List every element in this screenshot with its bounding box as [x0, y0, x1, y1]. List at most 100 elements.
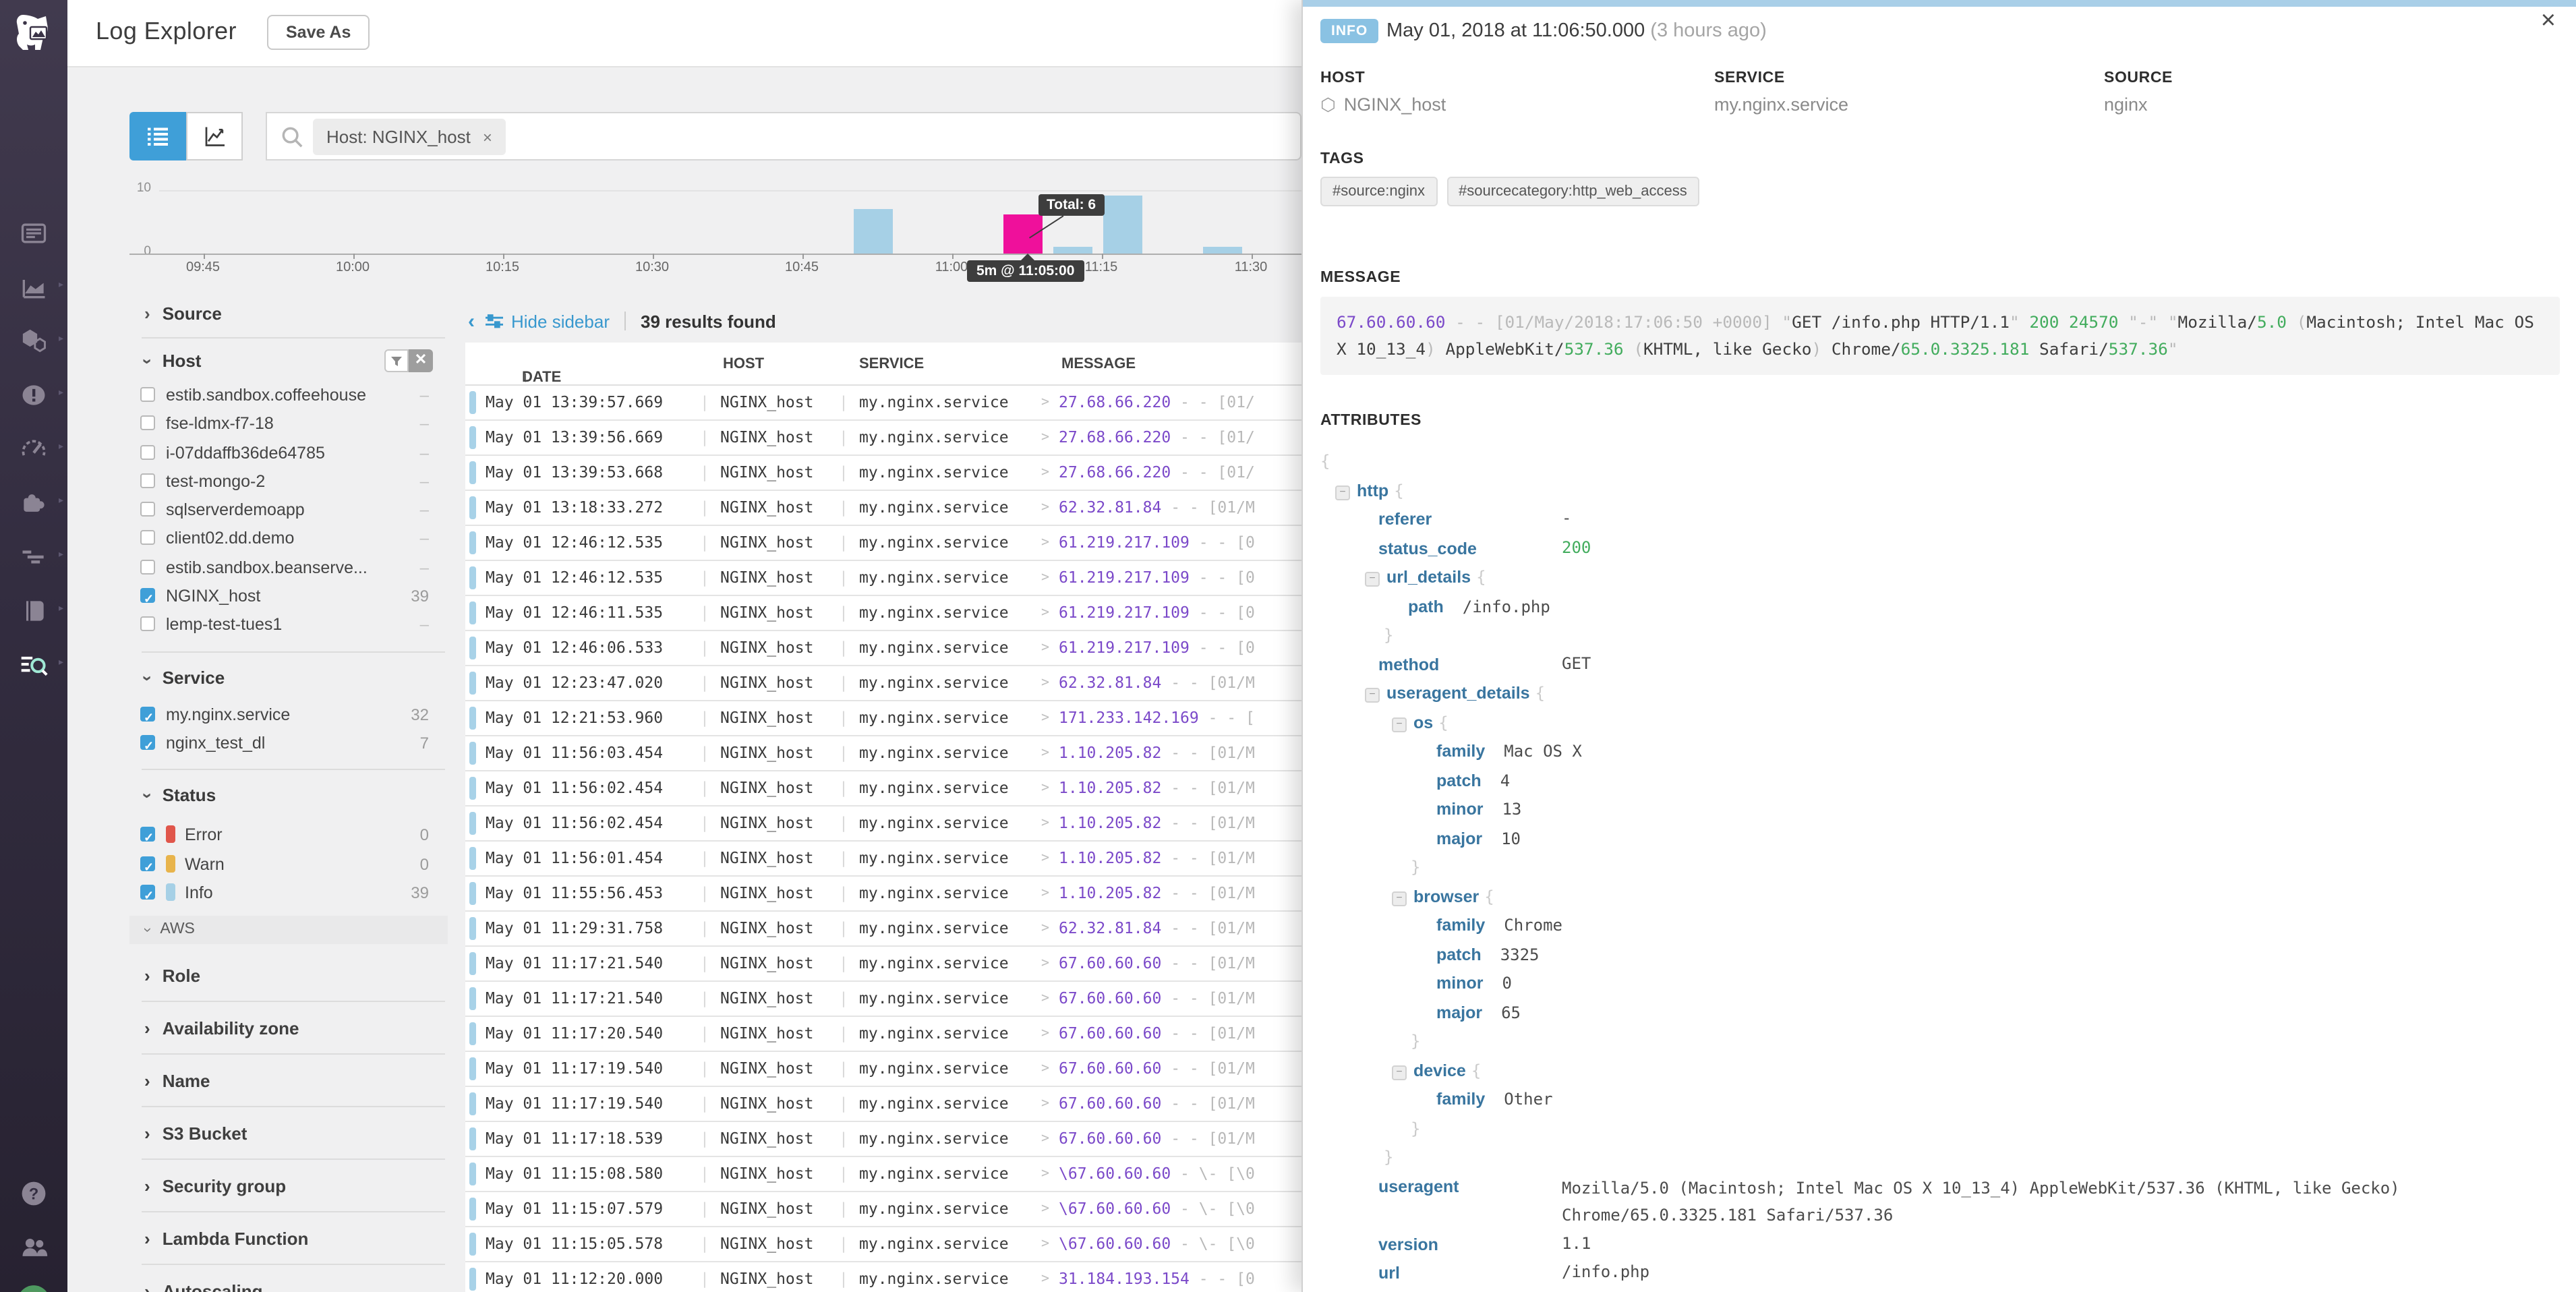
- nav-dashboards-icon[interactable]: [0, 217, 67, 249]
- attribute-line[interactable]: useragent Mozilla/5.0 (Macintosh; Intel M…: [1320, 1171, 2561, 1229]
- attribute-line[interactable]: − device {: [1320, 1055, 2561, 1084]
- collapse-sidebar-icon[interactable]: ‹: [468, 310, 475, 332]
- attribute-line[interactable]: minor 0: [1320, 968, 2561, 997]
- facet-item-host[interactable]: test-mongo-2 –: [129, 468, 448, 497]
- checkbox[interactable]: [140, 473, 155, 488]
- table-row[interactable]: May 01 12:46:12.535 | NGINX_host | my.nginx.…: [465, 561, 1301, 596]
- expand-chevron-icon[interactable]: >: [1041, 701, 1049, 735]
- attribute-line[interactable]: }: [1320, 1113, 2561, 1142]
- tag-pill[interactable]: #source:nginx: [1320, 177, 1437, 206]
- facet-group-aws[interactable]: › AWS: [129, 916, 448, 945]
- expand-chevron-icon[interactable]: >: [1041, 526, 1049, 560]
- attribute-line[interactable]: {: [1320, 446, 2561, 475]
- facet-item-service[interactable]: my.nginx.service 32: [129, 701, 448, 732]
- checkbox[interactable]: [140, 732, 155, 761]
- search-bar[interactable]: Host: NGINX_host ×: [266, 112, 1301, 160]
- facet-source[interactable]: › Source: [129, 299, 448, 329]
- facet-item-host[interactable]: client02.dd.demo –: [129, 525, 448, 554]
- attribute-line[interactable]: referer -: [1320, 504, 2561, 533]
- table-row[interactable]: May 01 11:56:03.454 | NGINX_host | my.nginx.…: [465, 736, 1301, 771]
- facet-lambda-function[interactable]: › Lambda Function: [129, 1219, 448, 1272]
- facet-security-group[interactable]: › Security group: [129, 1167, 448, 1219]
- facet-status[interactable]: › Status: [129, 782, 448, 811]
- attribute-line[interactable]: major 65: [1320, 997, 2561, 1026]
- checkbox[interactable]: [140, 502, 155, 517]
- table-row[interactable]: May 01 12:23:47.020 | NGINX_host | my.nginx.…: [465, 666, 1301, 701]
- search-filter-pill[interactable]: Host: NGINX_host ×: [313, 119, 506, 155]
- expand-chevron-icon[interactable]: >: [1041, 596, 1049, 630]
- attribute-line[interactable]: }: [1320, 1142, 2561, 1171]
- list-view-toggle[interactable]: [129, 112, 186, 160]
- expand-chevron-icon[interactable]: >: [1041, 806, 1049, 840]
- collapse-toggle-icon[interactable]: −: [1392, 891, 1407, 906]
- attribute-line[interactable]: − useragent_details {: [1320, 678, 2561, 707]
- chart-bar-11:25[interactable]: [1202, 246, 1241, 253]
- expand-chevron-icon[interactable]: >: [1041, 456, 1049, 490]
- attribute-line[interactable]: − browser{: [1320, 881, 2561, 910]
- attribute-line[interactable]: patch 3325: [1320, 939, 2561, 968]
- nav-apm-icon[interactable]: [0, 433, 67, 465]
- table-row[interactable]: May 01 11:56:02.454 | NGINX_host | my.nginx.…: [465, 771, 1301, 806]
- expand-chevron-icon[interactable]: >: [1041, 631, 1049, 665]
- attribute-line[interactable]: method GET: [1320, 649, 2561, 678]
- expand-chevron-icon[interactable]: >: [1041, 561, 1049, 595]
- table-row[interactable]: May 01 11:17:18.539 | NGINX_host | my.nginx.…: [465, 1122, 1301, 1157]
- table-row[interactable]: May 01 11:17:21.540 | NGINX_host | my.nginx.…: [465, 982, 1301, 1017]
- expand-chevron-icon[interactable]: >: [1041, 1087, 1049, 1121]
- sidebar-toggle-icon[interactable]: [484, 312, 504, 330]
- nav-notebooks-icon[interactable]: [0, 541, 67, 573]
- checkbox[interactable]: [140, 415, 155, 431]
- close-icon[interactable]: ×: [2541, 7, 2556, 36]
- facet-item-host[interactable]: sqlserverdemoapp –: [129, 496, 448, 525]
- expand-chevron-icon[interactable]: >: [1041, 982, 1049, 1016]
- table-row[interactable]: May 01 11:17:21.540 | NGINX_host | my.nginx.…: [465, 947, 1301, 982]
- expand-chevron-icon[interactable]: >: [1041, 877, 1049, 910]
- expand-chevron-icon[interactable]: >: [1041, 1192, 1049, 1226]
- expand-chevron-icon[interactable]: >: [1041, 421, 1049, 454]
- attribute-line[interactable]: url/info.php: [1320, 1258, 2561, 1287]
- table-row[interactable]: May 01 12:46:12.535 | NGINX_host | my.nginx.…: [465, 526, 1301, 561]
- expand-chevron-icon[interactable]: >: [1041, 1227, 1049, 1261]
- graph-view-toggle[interactable]: [186, 112, 243, 160]
- collapse-toggle-icon[interactable]: −: [1365, 572, 1380, 587]
- facet-item-status[interactable]: Warn 0: [129, 850, 448, 882]
- expand-chevron-icon[interactable]: >: [1041, 1157, 1049, 1191]
- host-clear-button[interactable]: ✕: [409, 349, 433, 372]
- expand-chevron-icon[interactable]: >: [1041, 842, 1049, 875]
- checkbox[interactable]: [140, 387, 155, 402]
- expand-chevron-icon[interactable]: >: [1041, 386, 1049, 419]
- collapse-toggle-icon[interactable]: −: [1392, 717, 1407, 732]
- expand-chevron-icon[interactable]: >: [1041, 912, 1049, 945]
- nav-infrastructure-icon[interactable]: [0, 325, 67, 357]
- expand-chevron-icon[interactable]: >: [1041, 1052, 1049, 1086]
- tag-pill[interactable]: #sourcecategory:http_web_access: [1446, 177, 1699, 206]
- column-service[interactable]: SERVICE: [859, 356, 924, 372]
- checkbox[interactable]: [140, 882, 155, 910]
- table-row[interactable]: May 01 11:15:07.579 | NGINX_host | my.nginx.…: [465, 1192, 1301, 1227]
- table-row[interactable]: May 01 11:15:08.580 | NGINX_host | my.nginx.…: [465, 1157, 1301, 1192]
- checkbox[interactable]: [140, 825, 155, 853]
- attribute-line[interactable]: patch 4: [1320, 765, 2561, 794]
- table-row[interactable]: May 01 12:46:06.533 | NGINX_host | my.nginx.…: [465, 631, 1301, 666]
- table-row[interactable]: May 01 12:21:53.960 | NGINX_host | my.nginx.…: [465, 701, 1301, 736]
- table-row[interactable]: May 01 11:56:01.454 | NGINX_host | my.nginx.…: [465, 842, 1301, 877]
- expand-chevron-icon[interactable]: >: [1041, 947, 1049, 980]
- checkbox[interactable]: [140, 585, 155, 614]
- chart-bar-10:50[interactable]: [853, 208, 892, 253]
- table-row[interactable]: May 01 11:17:19.540 | NGINX_host | my.nginx.…: [465, 1052, 1301, 1087]
- facet-role[interactable]: › Role: [129, 956, 448, 1009]
- table-row[interactable]: May 01 11:17:19.540 | NGINX_host | my.nginx.…: [465, 1087, 1301, 1122]
- expand-chevron-icon[interactable]: >: [1041, 1262, 1049, 1292]
- table-row[interactable]: May 01 11:12:20.000 | NGINX_host | my.nginx.…: [465, 1262, 1301, 1292]
- attribute-line[interactable]: path/info.php: [1320, 591, 2561, 620]
- facet-item-host[interactable]: estib.sandbox.coffeehouse –: [129, 382, 448, 411]
- expand-chevron-icon[interactable]: >: [1041, 736, 1049, 770]
- table-row[interactable]: May 01 11:29:31.758 | NGINX_host | my.nginx.…: [465, 912, 1301, 947]
- table-row[interactable]: May 01 11:56:02.454 | NGINX_host | my.nginx.…: [465, 806, 1301, 842]
- table-row[interactable]: May 01 12:46:11.535 | NGINX_host | my.nginx.…: [465, 596, 1301, 631]
- facet-item-host[interactable]: lemp-test-tues1 –: [129, 612, 448, 641]
- facet-item-host[interactable]: estib.sandbox.beanserve... –: [129, 554, 448, 583]
- checkbox[interactable]: [140, 444, 155, 460]
- table-row[interactable]: May 01 11:15:05.578 | NGINX_host | my.nginx.…: [465, 1227, 1301, 1262]
- expand-chevron-icon[interactable]: >: [1041, 1017, 1049, 1051]
